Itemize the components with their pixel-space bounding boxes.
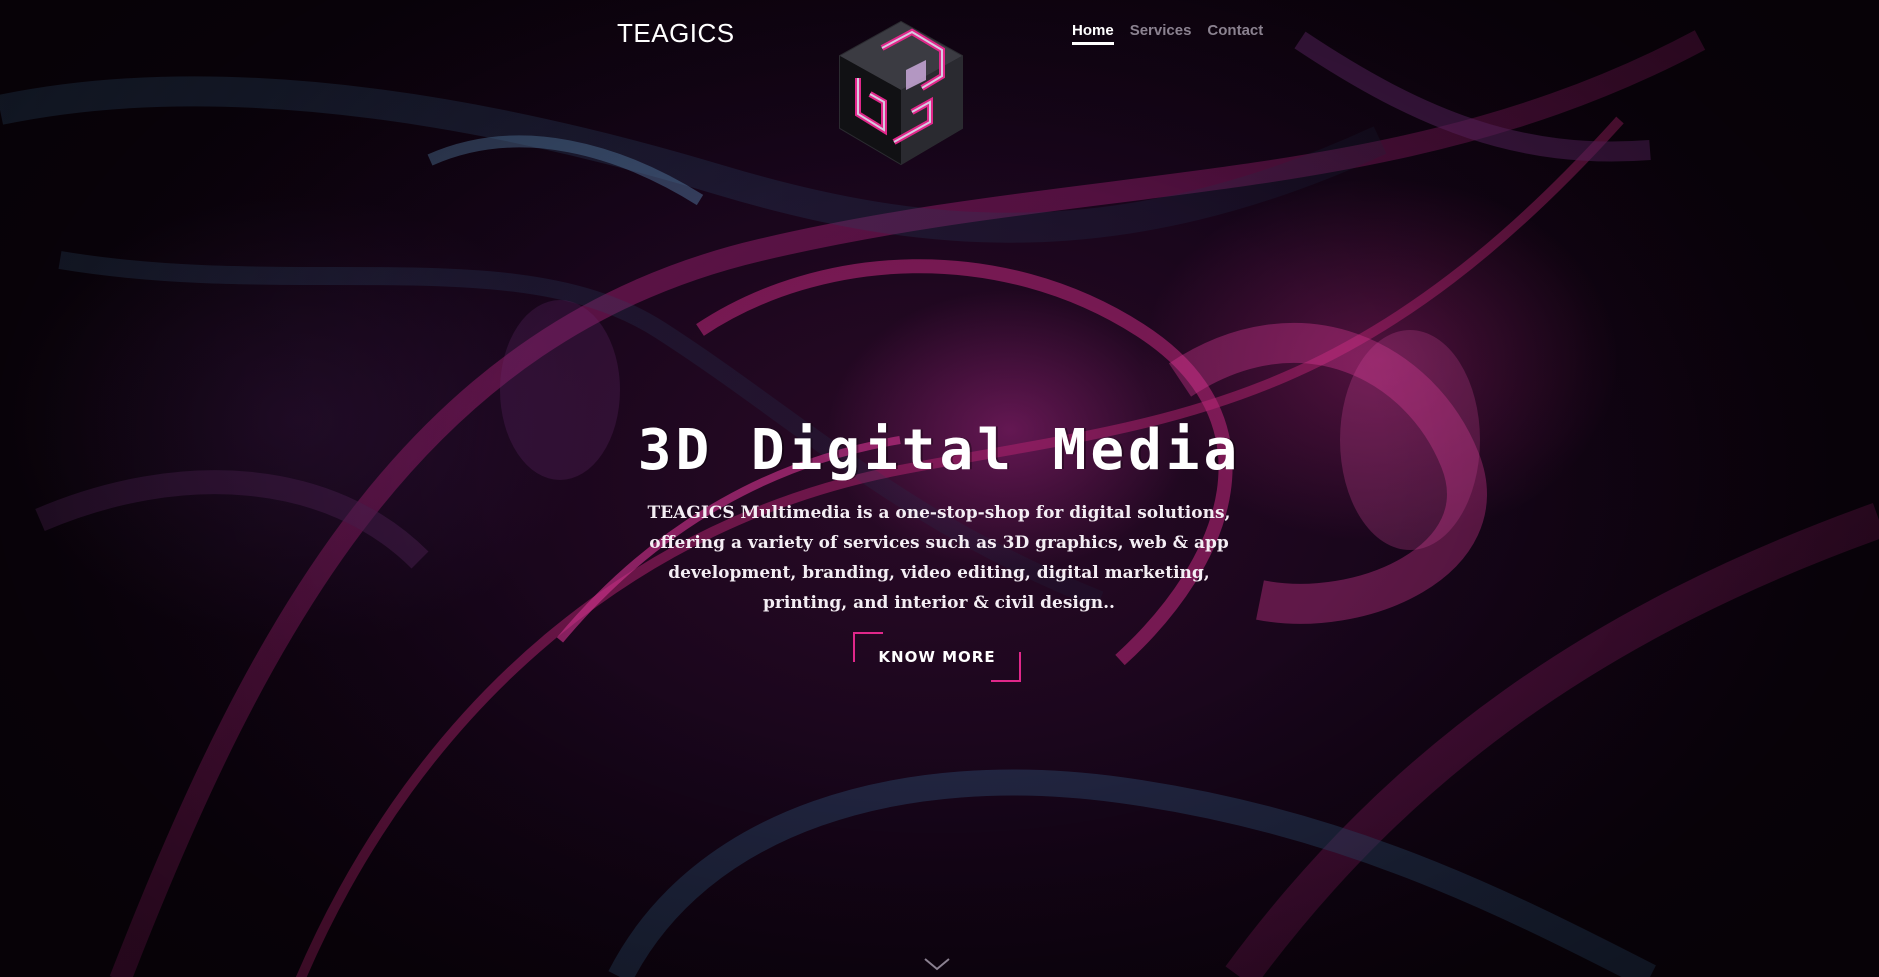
nav-home-link[interactable]: Home [1072,22,1114,45]
main-nav: Home Services Contact [1072,22,1263,45]
hero-description: TEAGICS Multimedia is a one-stop-shop fo… [647,503,1231,613]
know-more-label: KNOW MORE [878,648,996,666]
brand-name[interactable]: TEAGICS [617,18,735,49]
nav-services-link[interactable]: Services [1130,22,1192,45]
nav-contact-link[interactable]: Contact [1207,22,1263,45]
hero-title: 3D Digital Media [637,418,1242,483]
know-more-button[interactable]: KNOW MORE [853,632,1021,682]
chevron-down-icon[interactable] [922,955,952,975]
teagics-cube-logo-icon[interactable] [834,18,968,168]
